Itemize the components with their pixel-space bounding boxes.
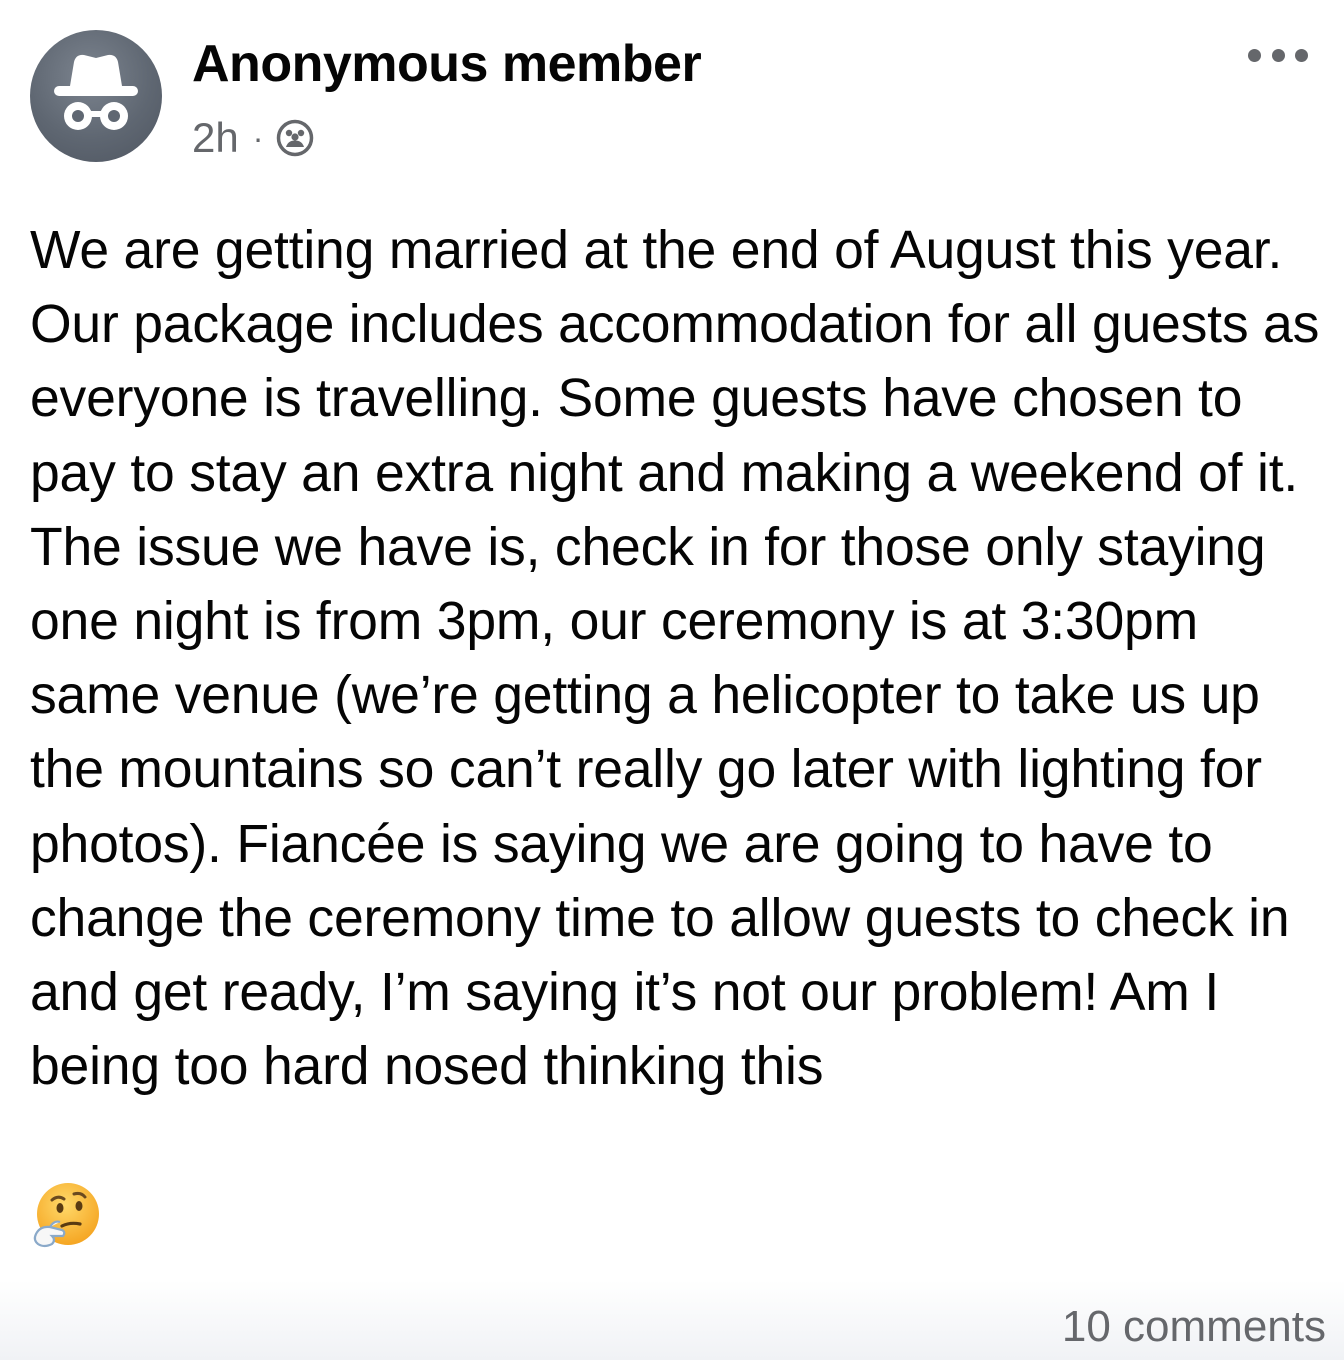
more-options-dot [1271,48,1285,62]
author-name[interactable]: Anonymous member [192,32,702,96]
author-avatar[interactable] [30,30,162,162]
group-members-icon[interactable] [275,118,315,158]
anonymous-incognito-icon [54,54,138,130]
post-meta: 2h · [192,112,315,164]
post-body-text: We are getting married at the end of Aug… [30,221,1320,1097]
post-card: Anonymous member 2h · We are getting mar… [0,0,1344,1360]
more-options-button[interactable] [1248,40,1308,70]
thinking-face-icon [33,1183,99,1248]
meta-separator: · [252,120,264,156]
comments-count-link[interactable]: 10 comments [1062,1298,1326,1356]
more-options-dot [1248,48,1261,62]
more-options-dot [1295,48,1308,62]
post-timestamp[interactable]: 2h [192,112,239,164]
